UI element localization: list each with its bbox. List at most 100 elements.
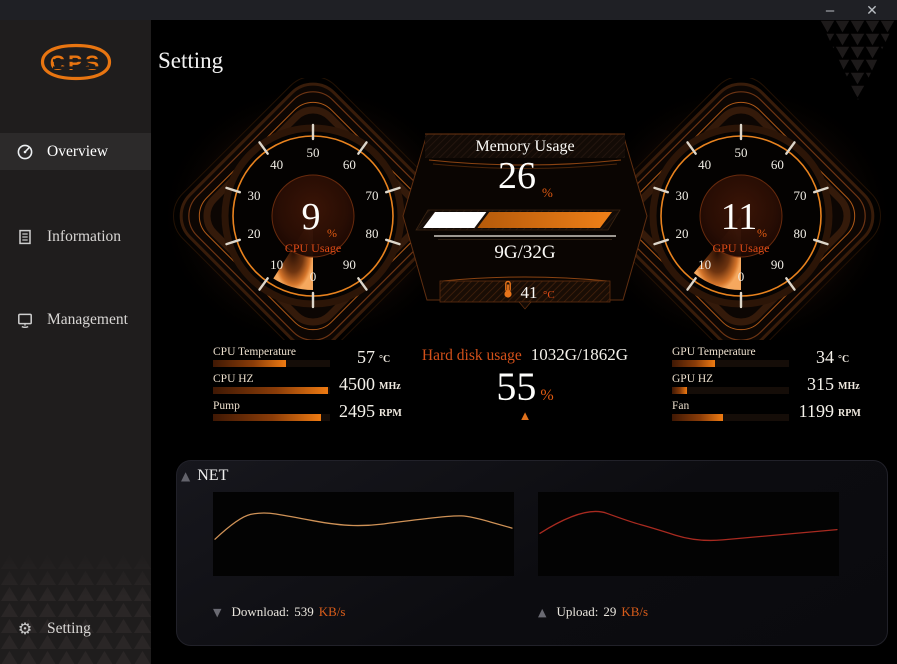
svg-text:20: 20 — [248, 226, 261, 241]
stat-row-gpu-hz: GPU HZ 315 MHz — [672, 373, 868, 400]
close-button[interactable]: ✕ — [857, 0, 887, 20]
svg-text:50: 50 — [735, 145, 748, 160]
svg-text:20: 20 — [676, 226, 689, 241]
memory-temp-value: 41 — [521, 283, 538, 302]
sidebar-pattern-fade — [0, 552, 151, 598]
sidebar-item-overview[interactable]: Overview — [0, 133, 151, 170]
stat-value: 2495 — [305, 401, 375, 422]
stat-bar-fill — [672, 414, 723, 421]
sidebar-item-information[interactable]: Information — [0, 218, 151, 255]
stat-value: 4500 — [305, 374, 375, 395]
stat-unit: MHz — [379, 381, 401, 392]
memory-usage-value: 26 — [498, 155, 536, 197]
memory-temp-unit: °C — [543, 289, 555, 301]
memory-usage-unit: % — [542, 185, 553, 200]
stat-label: Fan — [672, 400, 689, 412]
cpu-usage-label: CPU Usage — [285, 241, 341, 255]
svg-text:30: 30 — [248, 188, 261, 203]
stat-value: 34 — [764, 347, 834, 368]
svg-text:0: 0 — [310, 269, 317, 284]
hard-disk-capacity: 1032G/1862G — [531, 345, 628, 364]
svg-text:60: 60 — [771, 157, 784, 172]
stat-value: 1199 — [764, 401, 834, 422]
stat-unit: °C — [379, 354, 390, 365]
cpu-usage-value: 9 — [302, 196, 321, 238]
svg-text:70: 70 — [366, 188, 379, 203]
net-panel: ▲ NET ▼ Download: 539 KB/s ▲ Upload: 29 … — [176, 460, 888, 646]
stat-value: 57 — [305, 347, 375, 368]
upload-unit: KB/s — [621, 604, 648, 620]
svg-text:0: 0 — [738, 269, 745, 284]
memory-usage-bar — [416, 210, 620, 230]
svg-text:80: 80 — [794, 226, 807, 241]
download-stat: ▼ Download: 539 KB/s — [213, 604, 345, 620]
stat-bar-fill — [672, 360, 715, 367]
hard-disk-label: Hard disk usage — [422, 347, 522, 364]
upload-stat: ▲ Upload: 29 KB/s — [538, 604, 648, 620]
stat-row-cpu-hz: CPU HZ 4500 MHz — [213, 373, 409, 400]
stat-unit: RPM — [838, 408, 861, 419]
cps-logo: CPS — [36, 41, 116, 83]
memory-usage-title: Memory Usage — [475, 138, 574, 155]
download-value: 539 — [294, 604, 314, 620]
gear-icon: ⚙ — [16, 620, 34, 638]
document-icon — [16, 228, 34, 246]
stat-row-fan: Fan 1199 RPM — [672, 400, 868, 427]
svg-text:90: 90 — [343, 257, 356, 272]
cpu-usage-unit: % — [327, 226, 337, 240]
gpu-stats-group: GPU Temperature 34 °C GPU HZ 315 MHz Fan… — [672, 346, 868, 456]
gpu-usage-value: 11 — [721, 196, 758, 238]
sidebar-item-setting[interactable]: ⚙ Setting — [0, 610, 151, 647]
sidebar-item-label: Setting — [47, 620, 91, 638]
sidebar-item-label: Information — [47, 228, 121, 246]
stat-unit: MHz — [838, 381, 860, 392]
upload-triangle-icon: ▲ — [538, 606, 546, 619]
svg-text:30: 30 — [676, 188, 689, 203]
sidebar-item-management[interactable]: Management — [0, 301, 151, 338]
instrument-cluster: 0102030405060708090 9 % CPU Usage 010 — [151, 78, 897, 340]
up-arrow-icon: ▲ — [413, 409, 637, 422]
logo-slat — [53, 59, 99, 62]
stat-row-gpu-temperature: GPU Temperature 34 °C — [672, 346, 868, 373]
stat-unit: RPM — [379, 408, 402, 419]
cpu-stats-group: CPU Temperature 57 °C CPU HZ 4500 MHz Pu… — [213, 346, 409, 456]
stat-row-cpu-temperature: CPU Temperature 57 °C — [213, 346, 409, 373]
monitor-icon — [16, 311, 34, 329]
hard-disk-value: 55 — [496, 364, 536, 409]
download-triangle-icon: ▼ — [213, 606, 221, 619]
collapse-triangle-icon[interactable]: ▲ — [181, 469, 190, 483]
svg-text:80: 80 — [366, 226, 379, 241]
upload-curve — [538, 492, 839, 576]
stat-label: GPU Temperature — [672, 346, 756, 358]
download-label: Download: — [231, 604, 289, 620]
stat-unit: °C — [838, 354, 849, 365]
hard-disk-unit: % — [540, 387, 553, 404]
logo-text: CPS — [50, 52, 102, 75]
gpu-usage-unit: % — [757, 226, 767, 240]
svg-text:10: 10 — [270, 257, 283, 272]
upload-value: 29 — [603, 604, 616, 620]
titlebar: – ✕ — [0, 0, 897, 20]
svg-text:40: 40 — [270, 157, 283, 172]
download-unit: KB/s — [319, 604, 346, 620]
download-curve — [213, 492, 514, 576]
gauge-icon — [16, 143, 34, 161]
net-header: ▲ NET — [181, 467, 228, 485]
main-content: Setting — [151, 20, 897, 664]
app-window: – ✕ CPS Overview — [0, 0, 897, 664]
stat-row-pump: Pump 2495 RPM — [213, 400, 409, 427]
upload-label: Upload: — [556, 604, 598, 620]
stat-bar-fill — [213, 360, 286, 367]
gpu-usage-label: GPU Usage — [713, 241, 770, 255]
download-chart — [213, 492, 514, 576]
svg-text:70: 70 — [794, 188, 807, 203]
logo-slat — [53, 66, 99, 69]
svg-text:40: 40 — [698, 157, 711, 172]
upload-chart — [538, 492, 839, 576]
stat-label: CPU Temperature — [213, 346, 296, 358]
sidebar-item-label: Management — [47, 311, 128, 329]
svg-text:90: 90 — [771, 257, 784, 272]
minimize-button[interactable]: – — [815, 0, 845, 20]
stat-label: Pump — [213, 400, 240, 412]
page-title: Setting — [158, 48, 223, 74]
